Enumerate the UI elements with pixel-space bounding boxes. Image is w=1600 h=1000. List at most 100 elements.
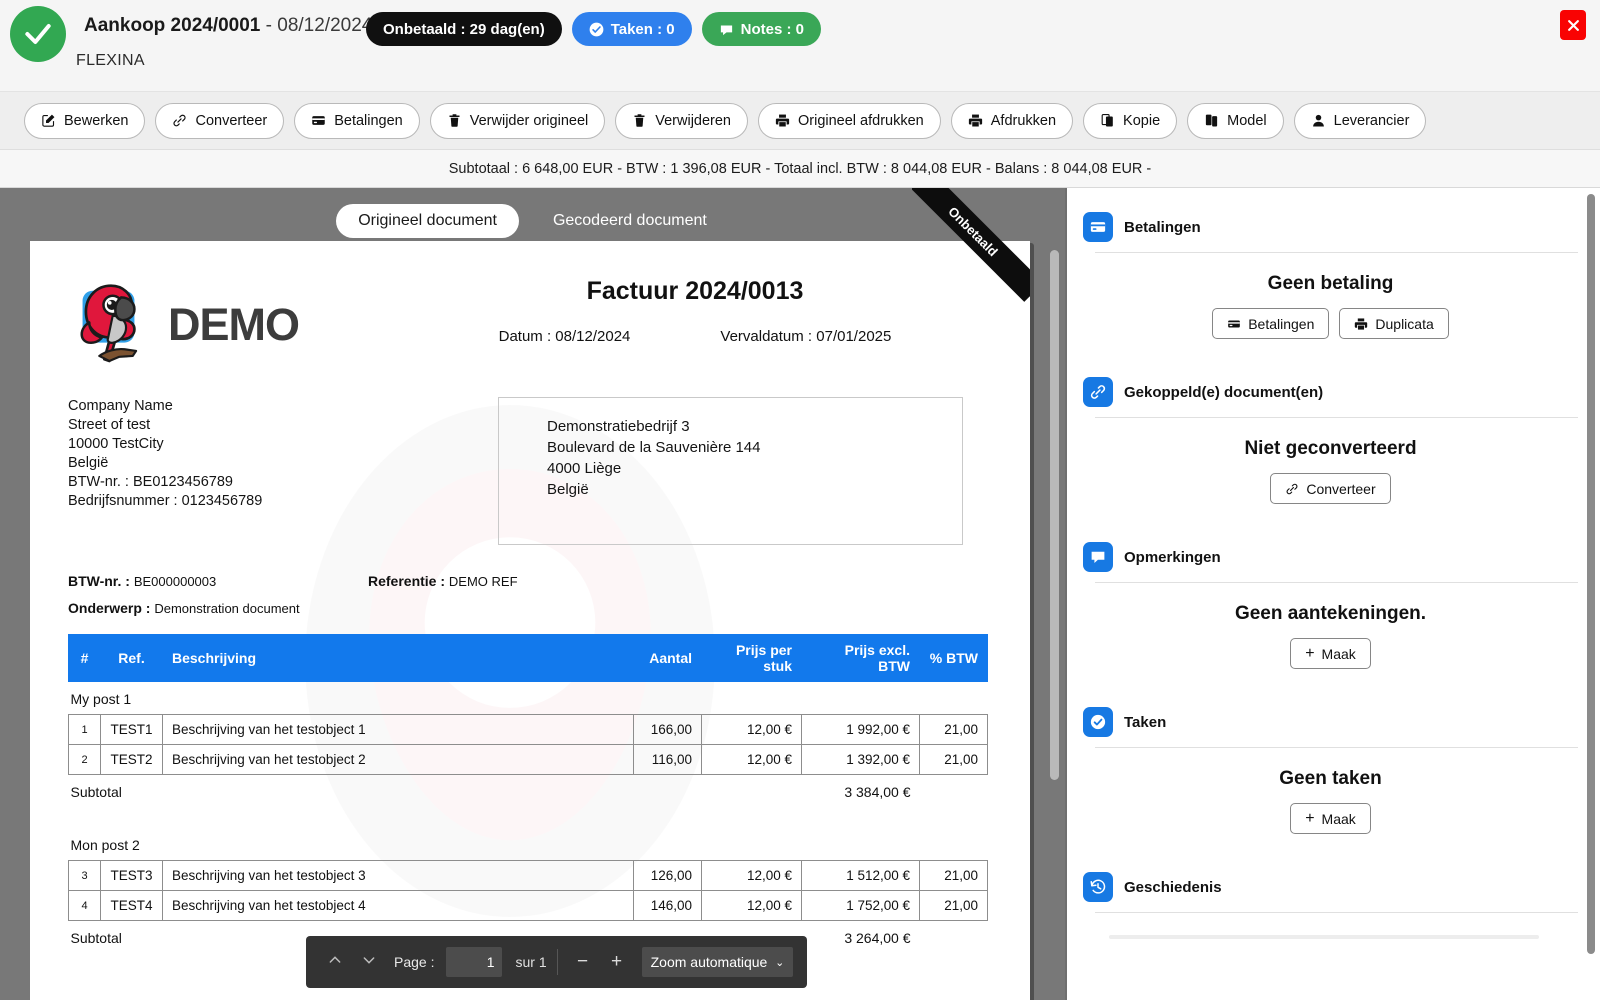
status-badge-unpaid[interactable]: Onbetaald : 29 dag(en) (366, 12, 562, 46)
group-title: My post 1 (70, 691, 132, 707)
header-badges: Onbetaald : 29 dag(en) Taken : 0 Notes :… (366, 12, 821, 46)
invoice-title: Factuur 2024/0013 (586, 277, 804, 305)
cell-description: Beschrijving van het testobject 3 (162, 860, 634, 891)
chevron-down-icon (363, 957, 375, 964)
app-window: Aankoop 2024/0001 - 08/12/2024 FLEXINA O… (0, 0, 1600, 1000)
subtotal-label: Subtotal (70, 784, 122, 800)
supplier-name: FLEXINA (76, 52, 145, 69)
print-original-button[interactable]: Origineel afdrukken (758, 102, 941, 139)
recipient-line: Demonstratiebedrijf 3 (547, 418, 690, 435)
sender-line: BTW-nr. : BE0123456789 (68, 474, 233, 490)
table-header-row: # Ref. Beschrijving Aantal Prijs per stu… (68, 634, 988, 682)
recipient-line: Boulevard de la Sauvenière 144 (547, 439, 761, 456)
vat-value: BE000000003 (133, 574, 217, 589)
table-row: 1 TEST1 Beschrijving van het testobject … (68, 714, 988, 745)
cell-ref: TEST4 (100, 890, 163, 921)
cell-description: Beschrijving van het testobject 4 (162, 890, 634, 921)
delete-original-button[interactable]: Verwijder origineel (429, 102, 606, 139)
cell-quantity: 116,00 (633, 744, 702, 775)
cell-price-excl-vat: 1 512,00 € (801, 860, 920, 891)
sidebar-edge (1065, 188, 1067, 1000)
badge-tasks[interactable]: Taken : 0 (571, 12, 692, 46)
page-label: Page : (394, 954, 435, 970)
create-note-button[interactable]: + Maak (1290, 638, 1371, 669)
tab-encoded-document[interactable]: Gecodeerd document (531, 204, 729, 238)
comment-icon (1083, 542, 1113, 572)
action-toolbar: Bewerken Converteer Betalingen Verwijder… (0, 92, 1600, 150)
cell-ref: TEST3 (100, 860, 163, 891)
document-viewer: Origineel document Gecodeerd document On… (0, 188, 1065, 1000)
cell-vat-pct: 21,00 (919, 860, 988, 891)
link-icon (1286, 483, 1298, 494)
cell-number: 2 (68, 744, 101, 775)
print-button-label: Afdrukken (990, 112, 1057, 129)
sender-line: Company Name (68, 398, 173, 414)
sender-line: Bedrijfsnummer : 0123456789 (68, 493, 263, 509)
section-history-title: Geschiedenis (1124, 878, 1222, 896)
section-payments-message: Geen betaling (1267, 273, 1394, 294)
cell-quantity: 146,00 (633, 890, 702, 921)
section-payments-title: Betalingen (1124, 218, 1201, 236)
recipient-line: 4000 Liège (547, 460, 622, 477)
section-history: Geschiedenis (1083, 864, 1578, 939)
duplicate-button[interactable]: Duplicata (1339, 308, 1449, 339)
chevron-up-icon (329, 956, 341, 963)
payments-button[interactable]: Betalingen (294, 102, 420, 139)
status-check-icon (10, 6, 66, 62)
delete-original-button-label: Verwijder origineel (469, 112, 589, 129)
cell-price-excl-vat: 1 992,00 € (801, 714, 920, 745)
tab-encoded-document-label: Gecodeerd document (552, 212, 707, 229)
previous-page-button[interactable] (320, 952, 350, 972)
cell-quantity: 166,00 (633, 714, 702, 745)
cell-vat-pct: 21,00 (919, 744, 988, 775)
payments-button-label: Betalingen (334, 112, 403, 129)
zoom-in-button[interactable]: + (602, 951, 632, 973)
check-badge-icon (1083, 707, 1113, 737)
badge-notes[interactable]: Notes : 0 (701, 12, 821, 46)
cell-number: 4 (68, 890, 101, 921)
close-button[interactable] (1560, 10, 1586, 40)
sidebar-scrollbar[interactable] (1587, 194, 1595, 954)
convert-button[interactable]: Converteer (155, 102, 285, 139)
toolbar-divider (556, 949, 558, 975)
page-title: Aankoop 2024/0001 - 08/12/2024 (84, 15, 372, 37)
invoice-meta: BTW-nr. : BE000000003 Referentie : DEMO … (68, 573, 992, 616)
cell-price-excl-vat: 1 392,00 € (801, 744, 920, 775)
pdf-viewer-toolbar: Page : sur 1 − + Zoom automatique ⌄ (306, 936, 808, 988)
model-button[interactable]: Model (1187, 102, 1284, 139)
col-description: Beschrijving (162, 634, 634, 682)
details-sidebar: Betalingen Geen betaling Betalingen Dupl… (1065, 188, 1600, 1000)
supplier-button[interactable]: Leverancier (1293, 102, 1427, 139)
create-note-button-label: Maak (1321, 645, 1356, 662)
col-number: # (68, 634, 101, 682)
pencil-square-icon (42, 114, 55, 127)
tab-original-document[interactable]: Origineel document (336, 204, 519, 238)
user-icon (1312, 114, 1324, 127)
edit-button[interactable]: Bewerken (24, 102, 146, 139)
next-page-button[interactable] (354, 952, 384, 972)
sidebar-convert-button[interactable]: Converteer (1270, 473, 1391, 504)
create-task-button[interactable]: + Maak (1290, 803, 1371, 834)
copy-button[interactable]: Kopie (1083, 102, 1178, 139)
subtotal-value: 3 264,00 € (844, 930, 911, 946)
document-tabs: Origineel document Gecodeerd document (0, 204, 1065, 238)
main-body: Origineel document Gecodeerd document On… (0, 188, 1600, 1000)
tab-original-document-label: Origineel document (358, 212, 497, 229)
convert-button-label: Converteer (195, 112, 268, 129)
delete-button[interactable]: Verwijderen (615, 102, 748, 139)
zoom-select[interactable]: Zoom automatique ⌄ (641, 947, 794, 977)
page-number-input[interactable] (446, 947, 503, 977)
invoice-duedate: Vervaldatum : 07/01/2025 (720, 328, 892, 345)
close-icon (1567, 19, 1579, 31)
document-reference: Aankoop 2024/0001 (84, 15, 261, 36)
printer-icon (968, 114, 982, 127)
viewer-scrollbar[interactable] (1050, 250, 1059, 780)
cell-vat-pct: 21,00 (919, 714, 988, 745)
history-icon (1083, 872, 1113, 902)
badge-notes-label: Notes : 0 (740, 20, 804, 38)
history-placeholder-lines (1083, 913, 1578, 939)
zoom-out-button[interactable]: − (568, 951, 598, 973)
trash-icon (449, 114, 460, 127)
sidebar-payments-button[interactable]: Betalingen (1212, 308, 1330, 339)
print-button[interactable]: Afdrukken (950, 102, 1074, 139)
